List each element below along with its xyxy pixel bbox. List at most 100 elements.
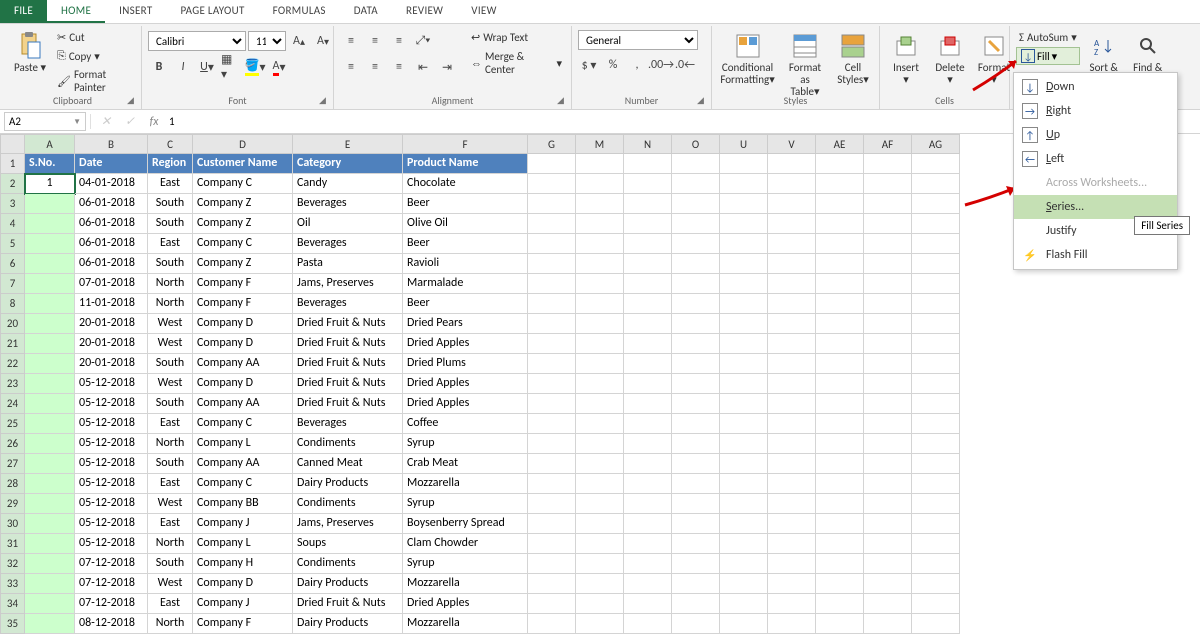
cell[interactable]: Dried Fruit & Nuts bbox=[293, 394, 403, 414]
cell[interactable] bbox=[912, 234, 960, 254]
row-header[interactable]: 3 bbox=[0, 194, 25, 214]
fill-left-item[interactable]: ←Left bbox=[1014, 147, 1177, 171]
cell[interactable] bbox=[720, 254, 768, 274]
cell[interactable]: Dairy Products bbox=[293, 474, 403, 494]
cell[interactable] bbox=[816, 354, 864, 374]
cell[interactable] bbox=[768, 414, 816, 434]
cell[interactable]: Oil bbox=[293, 214, 403, 234]
cell[interactable] bbox=[768, 174, 816, 194]
alignment-dialog-launcher[interactable]: ◢ bbox=[557, 95, 569, 107]
copy-button[interactable]: ⎘Copy ▾ bbox=[54, 48, 135, 64]
cell[interactable]: Marmalade bbox=[403, 274, 528, 294]
cell[interactable]: 05-12-2018 bbox=[75, 434, 148, 454]
col-header-AF[interactable]: AF bbox=[864, 134, 912, 154]
cell[interactable] bbox=[816, 174, 864, 194]
cell[interactable] bbox=[624, 174, 672, 194]
cell[interactable] bbox=[624, 354, 672, 374]
decrease-indent-button[interactable]: ⇤ bbox=[412, 56, 434, 78]
wrap-text-button[interactable]: ↩Wrap Text bbox=[468, 30, 565, 45]
cell[interactable] bbox=[912, 614, 960, 634]
cell[interactable]: South bbox=[148, 354, 193, 374]
cell[interactable] bbox=[816, 534, 864, 554]
cell[interactable] bbox=[624, 534, 672, 554]
cell[interactable] bbox=[912, 214, 960, 234]
fx-button[interactable]: fx bbox=[145, 115, 163, 129]
cell[interactable]: Dried Apples bbox=[403, 594, 528, 614]
cell[interactable] bbox=[624, 514, 672, 534]
cell[interactable] bbox=[864, 454, 912, 474]
cell[interactable] bbox=[768, 294, 816, 314]
header-region[interactable]: Region bbox=[148, 154, 193, 174]
cell[interactable] bbox=[864, 374, 912, 394]
align-right-button[interactable]: ≡ bbox=[388, 56, 410, 78]
cell[interactable] bbox=[528, 514, 576, 534]
cell[interactable]: Beer bbox=[403, 194, 528, 214]
percent-format-button[interactable]: % bbox=[602, 54, 624, 76]
cell[interactable]: Dried Fruit & Nuts bbox=[293, 374, 403, 394]
cell[interactable] bbox=[624, 214, 672, 234]
orientation-button[interactable]: ⤢▾ bbox=[412, 30, 434, 52]
cell[interactable]: Condiments bbox=[293, 554, 403, 574]
cell[interactable] bbox=[864, 214, 912, 234]
cell[interactable] bbox=[576, 154, 624, 174]
cell[interactable] bbox=[624, 494, 672, 514]
cell[interactable] bbox=[624, 454, 672, 474]
cell[interactable]: Condiments bbox=[293, 494, 403, 514]
bold-button[interactable]: B bbox=[148, 56, 170, 78]
cell[interactable] bbox=[720, 614, 768, 634]
cell[interactable]: Company AA bbox=[193, 454, 293, 474]
cell[interactable] bbox=[864, 594, 912, 614]
cell[interactable]: 20-01-2018 bbox=[75, 334, 148, 354]
cell[interactable]: 05-12-2018 bbox=[75, 474, 148, 494]
cell[interactable]: Condiments bbox=[293, 434, 403, 454]
cell[interactable]: Company Z bbox=[193, 214, 293, 234]
cell[interactable] bbox=[624, 414, 672, 434]
cell[interactable] bbox=[720, 454, 768, 474]
cell[interactable] bbox=[816, 154, 864, 174]
cell[interactable] bbox=[576, 614, 624, 634]
align-middle-button[interactable]: ≡ bbox=[364, 30, 386, 52]
cell[interactable]: Chocolate bbox=[403, 174, 528, 194]
cell[interactable] bbox=[768, 534, 816, 554]
cell[interactable]: Company C bbox=[193, 474, 293, 494]
cell[interactable] bbox=[528, 274, 576, 294]
cell[interactable] bbox=[864, 314, 912, 334]
cell[interactable]: 06-01-2018 bbox=[75, 214, 148, 234]
cell[interactable]: Dairy Products bbox=[293, 614, 403, 634]
cell[interactable] bbox=[576, 294, 624, 314]
col-header-AG[interactable]: AG bbox=[912, 134, 960, 154]
cell[interactable]: 20-01-2018 bbox=[75, 314, 148, 334]
cell[interactable]: 11-01-2018 bbox=[75, 294, 148, 314]
align-left-button[interactable]: ≡ bbox=[340, 56, 362, 78]
cell[interactable] bbox=[576, 474, 624, 494]
cell[interactable]: Candy bbox=[293, 174, 403, 194]
row-header[interactable]: 30 bbox=[0, 514, 25, 534]
cell[interactable] bbox=[624, 314, 672, 334]
cell[interactable]: Dried Plums bbox=[403, 354, 528, 374]
cell[interactable] bbox=[528, 434, 576, 454]
cell[interactable]: 07-01-2018 bbox=[75, 274, 148, 294]
cell[interactable] bbox=[816, 594, 864, 614]
cell[interactable] bbox=[864, 494, 912, 514]
cell[interactable]: Syrup bbox=[403, 494, 528, 514]
paste-button[interactable]: Paste ▾ bbox=[10, 28, 50, 76]
cell[interactable] bbox=[720, 494, 768, 514]
cell[interactable] bbox=[528, 314, 576, 334]
cell[interactable] bbox=[672, 594, 720, 614]
cell[interactable] bbox=[720, 154, 768, 174]
cell[interactable] bbox=[816, 474, 864, 494]
cell[interactable] bbox=[864, 434, 912, 454]
cell[interactable] bbox=[864, 614, 912, 634]
cell[interactable] bbox=[720, 594, 768, 614]
cell[interactable] bbox=[912, 534, 960, 554]
cell[interactable] bbox=[720, 514, 768, 534]
row-header[interactable]: 32 bbox=[0, 554, 25, 574]
cell[interactable] bbox=[624, 334, 672, 354]
cell[interactable] bbox=[576, 314, 624, 334]
cell[interactable] bbox=[624, 154, 672, 174]
cell[interactable] bbox=[672, 214, 720, 234]
tab-formulas[interactable]: FORMULAS bbox=[259, 0, 340, 23]
cell[interactable]: Beer bbox=[403, 294, 528, 314]
fill-flash-item[interactable]: ⚡Flash Fill bbox=[1014, 243, 1177, 267]
cell[interactable] bbox=[864, 334, 912, 354]
